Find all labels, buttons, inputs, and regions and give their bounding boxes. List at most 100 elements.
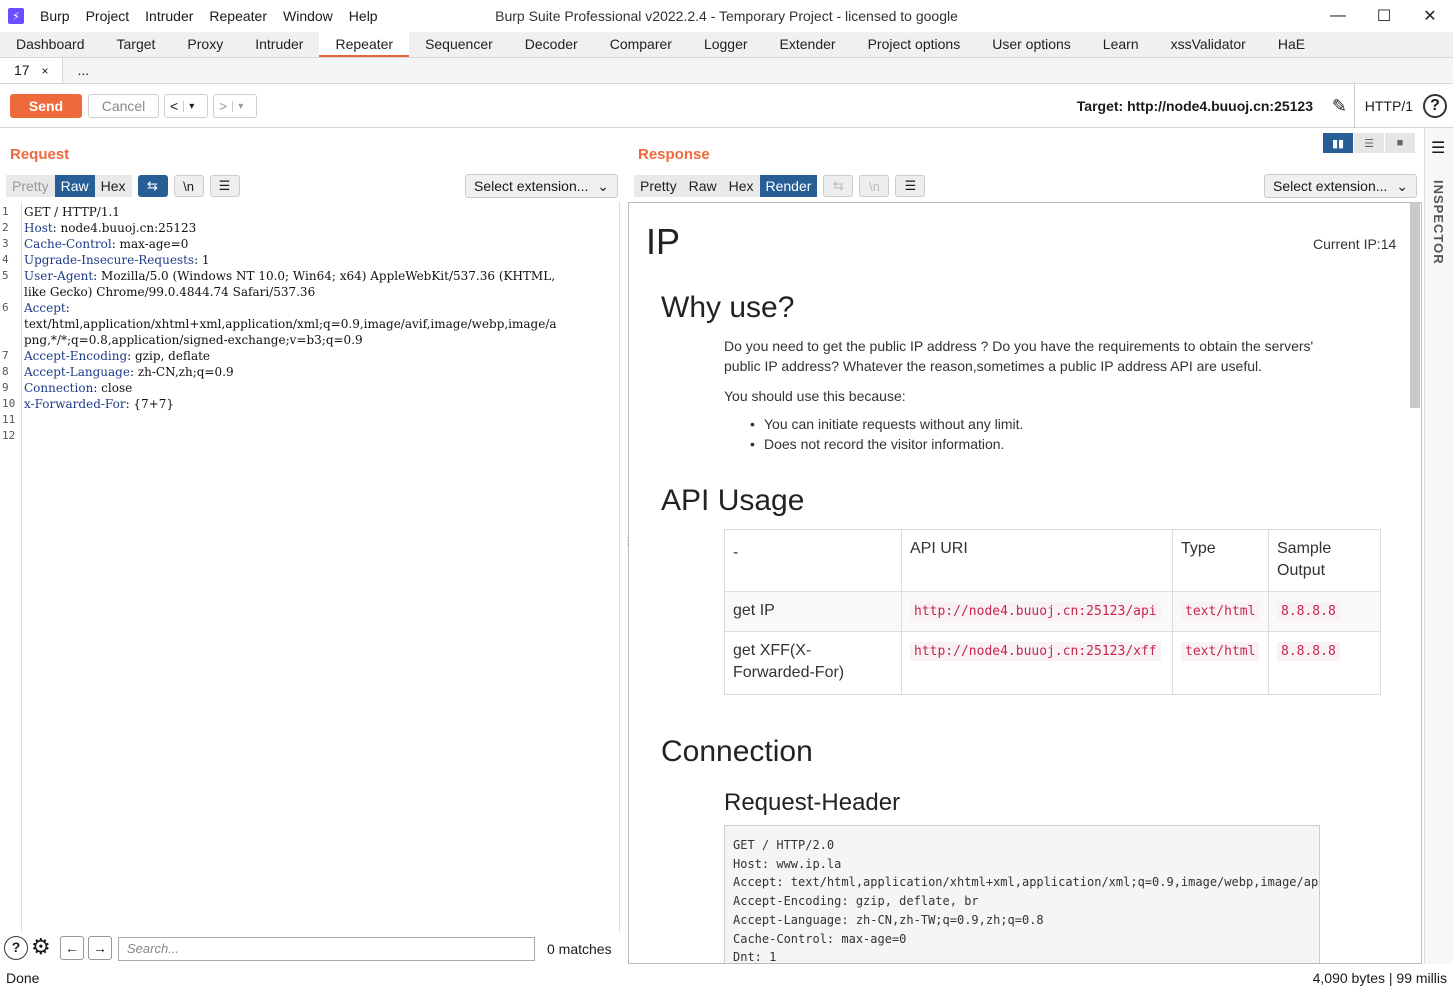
request-view-hex[interactable]: Hex	[94, 175, 132, 197]
line-text: png,*/*;q=0.8,application/signed-exchang…	[24, 332, 363, 348]
response-view-pretty[interactable]: Pretty	[634, 175, 683, 197]
layout-stacked-icon[interactable]: ☰	[1354, 133, 1384, 153]
repeater-tab-17[interactable]: 17 ×	[0, 58, 64, 83]
render-why-reason: You should use this because:	[724, 388, 906, 404]
table-cell: text/html	[1172, 631, 1269, 695]
split-pane-handle[interactable]: ⋮	[623, 537, 633, 556]
inspector-label: INSPECTOR	[1431, 180, 1446, 265]
menu-burp[interactable]: Burp	[32, 0, 78, 32]
tab-decoder[interactable]: Decoder	[509, 32, 594, 57]
request-select-extension[interactable]: Select extension... ⌄	[465, 174, 618, 198]
inspector-toggle-icon[interactable]: ☰	[1431, 138, 1445, 158]
response-view-render[interactable]: Render	[759, 175, 818, 197]
wrap-lines-icon: ⇆	[823, 175, 854, 197]
tab-user-options[interactable]: User options	[976, 32, 1087, 57]
line-text: Accept:	[24, 300, 70, 316]
close-button[interactable]: ✕	[1407, 0, 1453, 32]
request-editor[interactable]: 1 GET / HTTP/1.1 2 Host: node4.buuoj.cn:251…	[0, 202, 620, 932]
tab-close-icon[interactable]: ×	[41, 64, 48, 78]
response-view-bar: Pretty Raw Hex Render ⇆ \n ☰	[634, 174, 926, 198]
table-cell: get IP	[724, 591, 902, 632]
header-value: : zh-CN,zh;q=0.9	[129, 365, 234, 379]
menu-help[interactable]: Help	[341, 0, 386, 32]
line-text: Host: node4.buuoj.cn:25123	[24, 220, 196, 236]
code-output: 8.8.8.8	[1277, 602, 1340, 621]
status-text: Done	[6, 970, 40, 986]
maximize-button[interactable]: ☐	[1361, 0, 1407, 32]
line-number: 11	[2, 413, 16, 426]
tab-repeater[interactable]: Repeater	[319, 32, 410, 57]
main-tabs: Dashboard Target Proxy Intruder Repeater Sequ…	[0, 32, 1453, 58]
history-back-button[interactable]: < ▾	[164, 94, 208, 118]
tab-intruder[interactable]: Intruder	[239, 32, 319, 57]
show-newlines-icon[interactable]: \n	[173, 175, 204, 197]
line-number: 3	[2, 237, 9, 250]
line-number: 12	[2, 429, 16, 442]
menu-intruder[interactable]: Intruder	[137, 0, 201, 32]
search-input[interactable]: Search...	[118, 937, 535, 961]
repeater-tabs: 17 × ...	[0, 58, 1453, 84]
response-view-raw[interactable]: Raw	[682, 175, 723, 197]
http-version-toggle[interactable]: HTTP/1	[1353, 84, 1413, 128]
back-dropdown-icon[interactable]: ▾	[183, 100, 199, 112]
table-cell: text/html	[1172, 591, 1269, 632]
render-api-table: - API URI Type Sample Output get IP http…	[724, 529, 1381, 695]
tab-learn[interactable]: Learn	[1087, 32, 1155, 57]
tab-extender[interactable]: Extender	[764, 32, 852, 57]
wrap-lines-icon[interactable]: ⇆	[137, 175, 168, 197]
menu-bar: Burp Project Intruder Repeater Window Help	[32, 0, 386, 32]
chevron-down-icon: ⌄	[1396, 177, 1408, 194]
help-icon[interactable]: ?	[1423, 94, 1447, 118]
chevron-down-icon: ⌄	[597, 177, 609, 194]
table-cell: 8.8.8.8	[1268, 631, 1381, 695]
render-heading-connection: Connection	[661, 735, 813, 768]
next-match-arrow-icon[interactable]: →	[88, 936, 112, 960]
help-icon[interactable]: ?	[4, 936, 28, 960]
tab-sequencer[interactable]: Sequencer	[409, 32, 509, 57]
inspector-sidebar[interactable]: ☰ INSPECTOR	[1424, 128, 1453, 964]
menu-project[interactable]: Project	[78, 0, 138, 32]
request-view-raw[interactable]: Raw	[54, 175, 95, 197]
code-type: text/html	[1181, 642, 1260, 661]
response-select-extension[interactable]: Select extension... ⌄	[1264, 174, 1417, 198]
menu-repeater[interactable]: Repeater	[201, 0, 275, 32]
tab-comparer[interactable]: Comparer	[594, 32, 688, 57]
layout-switcher: ▮▮ ☰ ■	[1322, 133, 1415, 153]
history-forward-button[interactable]: > ▾	[213, 94, 257, 118]
request-menu-icon[interactable]: ☰	[209, 175, 240, 197]
tab-hae[interactable]: HaE	[1262, 32, 1321, 57]
layout-side-by-side-icon[interactable]: ▮▮	[1323, 133, 1353, 153]
header-value: : Mozilla/5.0 (Windows NT 10.0; Win64; x…	[93, 269, 556, 283]
repeater-tab-more[interactable]: ...	[63, 58, 103, 83]
tab-xssvalidator[interactable]: xssValidator	[1155, 32, 1262, 57]
line-number: 6	[2, 301, 9, 314]
tab-project-options[interactable]: Project options	[852, 32, 977, 57]
settings-gear-icon[interactable]: ⚙	[31, 934, 51, 960]
forward-dropdown-icon[interactable]: ▾	[232, 100, 248, 112]
render-heading-request-header: Request-Header	[724, 789, 901, 816]
target-label: Target: http://node4.buuoj.cn:25123	[1076, 98, 1313, 114]
header-value: : max-age=0	[111, 237, 189, 251]
response-scrollbar[interactable]	[1410, 202, 1420, 408]
table-row: get XFF(X-Forwarded-For) http://node4.bu…	[724, 631, 1381, 695]
response-view-hex[interactable]: Hex	[722, 175, 760, 197]
header-name: Accept	[24, 301, 66, 315]
tab-dashboard[interactable]: Dashboard	[0, 32, 101, 57]
header-value: GET / HTTP/1.1	[24, 205, 120, 219]
send-button[interactable]: Send	[10, 94, 82, 118]
layout-tabs-icon[interactable]: ■	[1385, 133, 1415, 153]
minimize-button[interactable]: —	[1315, 0, 1361, 32]
request-view-pretty[interactable]: Pretty	[6, 175, 55, 197]
response-menu-icon[interactable]: ☰	[895, 175, 926, 197]
tab-target[interactable]: Target	[101, 32, 172, 57]
title-bar: ⚡ Burp Project Intruder Repeater Window Help …	[0, 0, 1453, 32]
previous-match-arrow-icon[interactable]: ←	[60, 936, 84, 960]
cancel-button[interactable]: Cancel	[88, 94, 159, 118]
table-cell: http://node4.buuoj.cn:25123/api	[901, 591, 1173, 632]
code-output: 8.8.8.8	[1277, 642, 1340, 661]
tab-logger[interactable]: Logger	[688, 32, 764, 57]
menu-window[interactable]: Window	[275, 0, 341, 32]
render-request-header-code: GET / HTTP/2.0 Host: www.ip.la Accept: t…	[724, 825, 1320, 963]
edit-target-pencil-icon[interactable]: ✎	[1332, 96, 1347, 117]
tab-proxy[interactable]: Proxy	[171, 32, 239, 57]
